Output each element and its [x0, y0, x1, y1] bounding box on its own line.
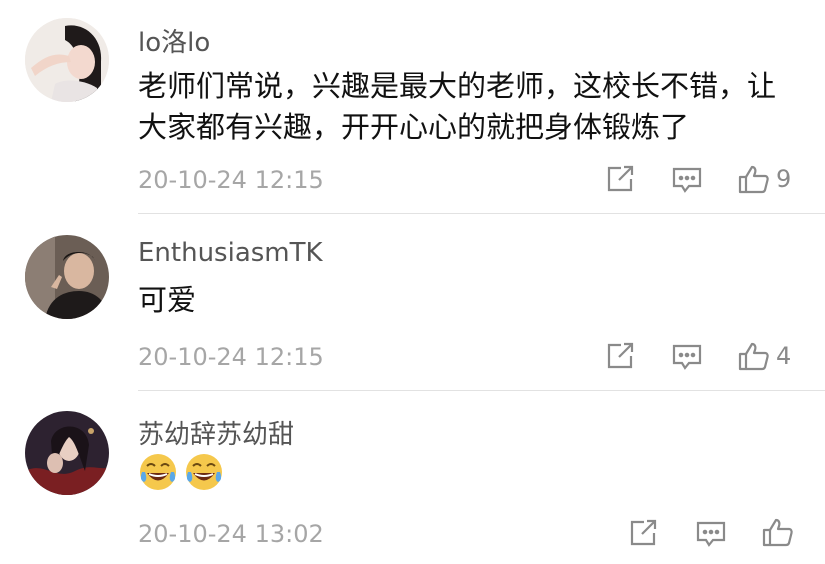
laugh-cry-emoji — [184, 452, 224, 503]
reply-button[interactable] — [672, 166, 702, 194]
divider — [138, 390, 825, 391]
share-button[interactable] — [628, 519, 658, 547]
username[interactable]: EnthusiasmTK — [138, 238, 323, 268]
divider — [138, 213, 825, 214]
comment-text: 老师们常说，兴趣是最大的老师，这校长不错，让大家都有兴趣，开开心心的就把身体锻炼… — [138, 69, 777, 144]
share-icon — [630, 519, 657, 546]
like-button[interactable] — [762, 517, 794, 547]
username[interactable]: lo洛lo — [138, 22, 210, 59]
avatar[interactable] — [25, 411, 109, 495]
share-icon — [607, 342, 634, 369]
like-count: 9 — [776, 165, 792, 193]
avatar[interactable] — [25, 18, 109, 102]
like-icon — [738, 342, 769, 371]
share-button[interactable] — [605, 342, 635, 370]
comment-emojis — [138, 452, 798, 498]
username[interactable]: 苏幼辞苏幼甜 — [138, 414, 294, 451]
timestamp: 20-10-24 13:02 — [138, 520, 324, 548]
timestamp: 20-10-24 12:15 — [138, 166, 324, 194]
like-button[interactable]: 9 — [738, 164, 791, 194]
like-icon — [738, 165, 769, 194]
reply-icon — [672, 167, 702, 193]
laugh-cry-emoji — [138, 452, 178, 503]
timestamp: 20-10-24 12:15 — [138, 343, 324, 371]
reply-icon — [672, 344, 702, 370]
reply-button[interactable] — [672, 343, 702, 371]
share-icon — [607, 165, 634, 192]
like-button[interactable]: 4 — [738, 341, 791, 371]
share-button[interactable] — [605, 165, 635, 193]
like-icon — [762, 518, 793, 547]
avatar[interactable] — [25, 235, 109, 319]
like-count: 4 — [776, 342, 792, 370]
reply-button[interactable] — [696, 520, 726, 548]
reply-icon — [696, 521, 726, 547]
comment-text: 可爱 — [138, 283, 197, 317]
